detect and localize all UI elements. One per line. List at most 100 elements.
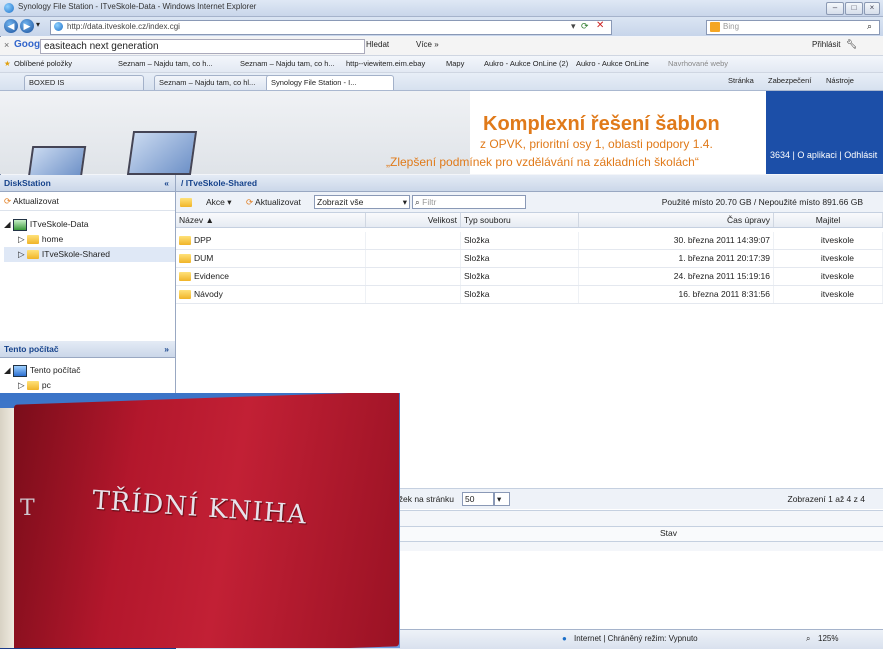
col-type[interactable]: Typ souboru	[461, 213, 579, 227]
chevron-down-icon[interactable]: ▾	[494, 492, 510, 506]
file-name: Návody	[194, 289, 223, 299]
view-select[interactable]: Zobrazit vše ▾	[314, 195, 410, 209]
col-status[interactable]: Stav	[660, 528, 677, 538]
maximize-button[interactable]: □	[845, 2, 863, 15]
tree-item-shared[interactable]: ▷ ITveSkole-Shared	[4, 247, 175, 262]
user-links[interactable]: 3634 | O aplikaci | Odhlásit	[770, 150, 877, 160]
col-time[interactable]: Čas úpravy	[579, 213, 774, 227]
vice-button[interactable]: Více »	[416, 40, 439, 49]
tree-item-pc[interactable]: ▷ pc	[4, 378, 80, 393]
folder-icon	[26, 235, 39, 245]
minimize-button[interactable]: –	[826, 2, 844, 15]
hledat-button[interactable]: Hledat	[366, 40, 389, 49]
fav-item-aukro[interactable]: Aukro - Aukce OnLine	[576, 59, 649, 68]
nas-icon	[12, 218, 27, 231]
per-page-value: 50	[465, 494, 475, 504]
address-bar[interactable]: http://data.itveskole.cz/index.cgi ▾ ⟳ ✕	[50, 20, 612, 35]
tab-group[interactable]: BOXED IS	[24, 75, 144, 90]
refresh-files-button[interactable]: ⟳ Aktualizovat	[246, 195, 301, 209]
folder-icon	[180, 198, 192, 208]
folder-icon	[179, 236, 191, 246]
zoom-icon[interactable]: ⌕	[806, 634, 810, 644]
computer-root[interactable]: ◢ Tento počítač	[4, 363, 80, 378]
per-page-label: ožek na stránku	[394, 494, 455, 504]
security-zone: Internet | Chráněný režim: Vypnuto	[574, 634, 698, 643]
refresh-button[interactable]: ⟳ Aktualizovat	[0, 192, 175, 211]
breadcrumb: / ITveSkole-Shared	[176, 175, 883, 192]
ie-icon	[4, 3, 14, 13]
window-title: Synology File Station - ITveSkole-Data -…	[18, 2, 257, 11]
fav-item-seznam-2[interactable]: Seznam – Najdu tam, co h...	[240, 59, 335, 68]
cell-type: Složka	[461, 268, 579, 285]
tool-nastroje[interactable]: Nástroje	[826, 76, 854, 85]
close-button[interactable]: ×	[864, 2, 880, 15]
refresh-icon: ⟳	[246, 197, 254, 207]
zoom-level[interactable]: 125%	[818, 634, 838, 643]
tree-item-label: home	[41, 234, 64, 244]
cell-owner: itveskole	[774, 232, 883, 249]
tree-item-home[interactable]: ▷ home	[4, 232, 175, 247]
monitor-icon	[126, 131, 198, 175]
address-dropdown-icon[interactable]: ▾	[571, 21, 576, 32]
tree-root[interactable]: ◢ ITveSkole-Data	[4, 217, 175, 232]
page-icon	[54, 22, 63, 31]
address-text: http://data.itveskole.cz/index.cgi	[67, 22, 180, 31]
collapse-icon[interactable]: «	[164, 175, 169, 191]
file-name: DUM	[194, 253, 214, 263]
tree-item-label: ITveSkole-Shared	[41, 249, 110, 259]
fav-item-mapy[interactable]: Mapy	[446, 59, 464, 68]
banner-subtitle-2: „Zlepšení podmínek pro vzdělávání na zák…	[386, 155, 699, 169]
favorites-star-icon: ★	[4, 59, 11, 68]
fav-item-seznam-1[interactable]: Seznam – Najdu tam, co h...	[118, 59, 213, 68]
fav-item-aukro-2[interactable]: Aukro - Aukce OnLine (2)	[484, 59, 568, 68]
col-name[interactable]: Název ▲	[176, 213, 366, 227]
fav-item-ebay[interactable]: http--viewitem.eim.ebay	[346, 59, 425, 68]
table-row[interactable]: Evidence Složka 24. března 2011 15:19:16…	[176, 268, 883, 286]
filter-input[interactable]: ⌕ Filtr	[412, 195, 526, 209]
google-search-input[interactable]: easiteach next generation	[40, 39, 365, 54]
cell-type: Složka	[461, 232, 579, 249]
computer-title: Tento počítač	[4, 344, 59, 354]
tab-synology-label: Synology File Station - I...	[271, 78, 357, 87]
file-list-header: Název ▲ Velikost Typ souboru Čas úpravy …	[176, 213, 883, 228]
back-book-title: T	[20, 496, 35, 521]
cell-owner: itveskole	[774, 268, 883, 285]
banner-title: Komplexní řešení šablon	[483, 113, 720, 135]
pager-summary: Zobrazení 1 až 4 z 4	[787, 494, 866, 504]
stop-icon[interactable]: ✕	[596, 20, 604, 31]
tab-seznam[interactable]: Seznam – Najdu tam, co hl...	[154, 75, 274, 90]
tool-stranka[interactable]: Stránka	[728, 76, 754, 85]
tab-group-label: BOXED IS	[29, 78, 65, 87]
cell-name: Evidence	[176, 268, 366, 285]
tab-synology[interactable]: Synology File Station - I...	[266, 75, 394, 90]
forward-icon[interactable]: ▶	[20, 19, 34, 33]
monitor-icon	[27, 146, 87, 178]
col-owner[interactable]: Majitel	[774, 213, 883, 227]
close-toolbar-icon[interactable]: ×	[4, 40, 9, 50]
akce-button[interactable]: Akce ▾	[206, 195, 232, 209]
tabs-row: BOXED IS Seznam – Najdu tam, co hl... Sy…	[0, 73, 883, 91]
filter-placeholder: Filtr	[422, 197, 437, 207]
favorites-bar: ★ Oblíbené položky Seznam – Najdu tam, c…	[0, 56, 883, 73]
prihlasit-link[interactable]: Přihlásit	[812, 40, 840, 49]
back-icon[interactable]: ◀	[4, 19, 18, 33]
search-icon[interactable]: ⌕	[867, 21, 872, 32]
col-size[interactable]: Velikost	[366, 213, 461, 227]
refresh-icon[interactable]: ⟳	[581, 21, 589, 32]
chevron-down-icon: ▾	[402, 197, 407, 207]
per-page-select[interactable]: 50	[462, 492, 494, 506]
new-folder-icon[interactable]	[180, 195, 195, 209]
table-row[interactable]: DPP Složka 30. března 2011 14:39:07 itve…	[176, 232, 883, 250]
diskstation-title: DiskStation	[4, 178, 51, 188]
collapse-icon[interactable]: »	[164, 341, 169, 357]
tool-zabezpeceni[interactable]: Zabezpečení	[768, 76, 811, 85]
favorites-label[interactable]: Oblíbené položky	[14, 59, 72, 68]
file-name: Evidence	[194, 271, 229, 281]
bing-search-box[interactable]: Bing ⌕	[706, 20, 880, 35]
fav-item-suggested[interactable]: Navrhované weby	[668, 59, 728, 68]
table-row[interactable]: DUM Složka 1. března 2011 20:17:39 itves…	[176, 250, 883, 268]
wrench-icon[interactable]: 🔧︎	[846, 39, 857, 50]
nav-dropdown-icon[interactable]: ▾	[36, 20, 40, 29]
cell-size	[366, 232, 461, 249]
table-row[interactable]: Návody Složka 16. března 2011 8:31:56 it…	[176, 286, 883, 304]
